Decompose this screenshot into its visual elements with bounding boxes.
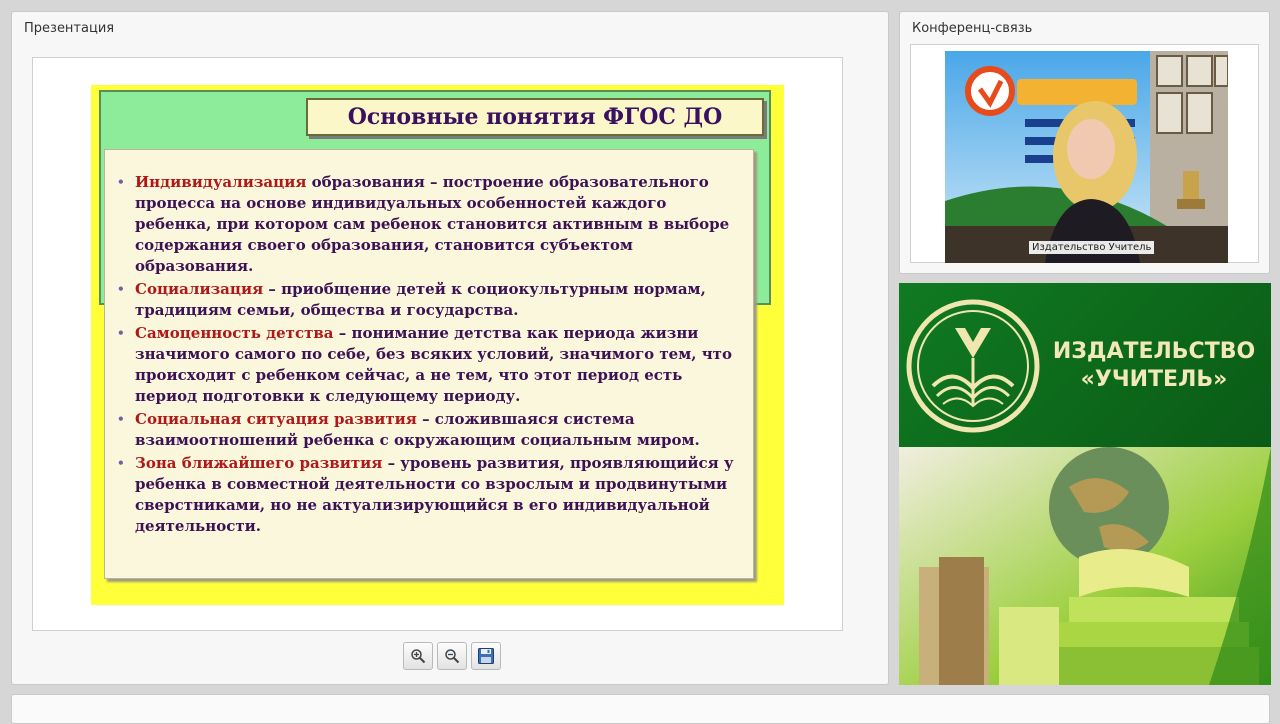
zoom-out-icon — [445, 649, 460, 664]
slide-bullet: • Социальная ситуация развития – сложивш… — [115, 409, 743, 451]
bullet-term: Индивидуализация — [135, 173, 307, 191]
bullet-term: Самоценность детства — [135, 324, 334, 342]
publisher-banner-top: ИЗДАТЕЛЬСТВО «УЧИТЕЛЬ» — [899, 283, 1271, 447]
video-participant-name: Издательство Учитель — [1029, 241, 1155, 254]
books-globe-image — [899, 447, 1271, 685]
slide-viewer[interactable]: Основные понятия ФГОС ДО • Индивидуализа… — [32, 57, 843, 631]
zoom-out-button[interactable] — [437, 642, 467, 670]
slide-toolbar — [403, 642, 501, 672]
publisher-logo-icon — [906, 299, 1040, 433]
bullet-term: Зона ближайшего развития — [135, 454, 383, 472]
webcam-video[interactable]: Издательство Учитель — [945, 51, 1228, 263]
bullet-term: Социализация — [135, 280, 264, 298]
bullet-dot-icon: • — [117, 282, 125, 296]
publisher-banner: ИЗДАТЕЛЬСТВО «УЧИТЕЛЬ» — [899, 283, 1271, 685]
slide-bullet: • Социализация – приобщение детей к соци… — [115, 279, 743, 321]
slide-bullet: • Зона ближайшего развития – уровень раз… — [115, 453, 743, 537]
conference-panel: Конференц-связь Издательство Учитель — [899, 11, 1270, 274]
slide-content-box: • Индивидуализация образования – построе… — [104, 149, 754, 579]
bullet-dot-icon: • — [117, 456, 125, 470]
presentation-panel-title: Презентация — [24, 21, 115, 36]
bullet-dot-icon: • — [117, 412, 125, 426]
floppy-disk-icon — [478, 648, 494, 664]
video-frame: Издательство Учитель — [910, 44, 1259, 263]
webcam-video-image — [945, 51, 1228, 263]
bullet-dot-icon: • — [117, 175, 125, 189]
save-button[interactable] — [471, 642, 501, 670]
publisher-name-line1: ИЗДАТЕЛЬСТВО — [1052, 339, 1256, 364]
slide-title: Основные понятия ФГОС ДО — [306, 98, 764, 136]
bullet-term: Социальная ситуация развития — [135, 410, 417, 428]
slide-bullet: • Индивидуализация образования – построе… — [115, 172, 743, 277]
slide: Основные понятия ФГОС ДО • Индивидуализа… — [91, 85, 784, 605]
zoom-in-icon — [411, 649, 426, 664]
books-globe-illustration — [899, 447, 1271, 685]
publisher-name: ИЗДАТЕЛЬСТВО «УЧИТЕЛЬ» — [1049, 338, 1259, 394]
publisher-name-line2: «УЧИТЕЛЬ» — [1080, 367, 1228, 392]
slide-bullet: • Самоценность детства – понимание детст… — [115, 323, 743, 407]
conference-panel-title: Конференц-связь — [912, 21, 1033, 36]
bullet-dot-icon: • — [117, 326, 125, 340]
zoom-in-button[interactable] — [403, 642, 433, 670]
presentation-panel: Презентация Основные понятия ФГОС ДО • И… — [11, 11, 889, 685]
